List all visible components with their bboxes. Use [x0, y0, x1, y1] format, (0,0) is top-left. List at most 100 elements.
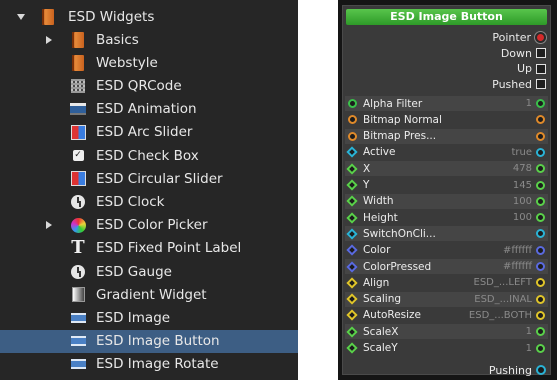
input-pin-icon[interactable]	[348, 115, 357, 125]
property-colorpressed[interactable]: ColorPressed #ffffff	[345, 259, 548, 274]
property-scalex[interactable]: ScaleX 1	[345, 324, 548, 340]
property-align[interactable]: Align ESD_...LEFT	[345, 275, 548, 290]
input-pin-icon[interactable]	[348, 99, 357, 108]
property-name: Bitmap Pres...	[363, 130, 437, 143]
property-value[interactable]: #ffffff	[503, 261, 532, 272]
input-pin-icon[interactable]	[346, 244, 358, 256]
property-value[interactable]: ESD_...INAL	[474, 294, 532, 305]
output-pin-icon[interactable]	[536, 147, 545, 157]
property-value[interactable]: 145	[513, 180, 532, 191]
input-pin-icon[interactable]	[346, 293, 358, 305]
collapse-arrow-icon[interactable]	[17, 13, 25, 20]
tree-item-label: ESD Image Button	[96, 333, 220, 350]
tree-item-esd-check-box[interactable]: ✓ ESD Check Box	[0, 144, 298, 167]
property-switchoncli-[interactable]: SwitchOnCli...	[345, 226, 548, 242]
input-pin-icon[interactable]	[346, 179, 358, 191]
property-value[interactable]: true	[511, 147, 532, 158]
input-pin-icon[interactable]	[346, 309, 358, 322]
tree-item-esd-circular-slider[interactable]: ESD Circular Slider	[0, 167, 298, 190]
input-pin-icon[interactable]	[348, 131, 357, 141]
expand-arrow-icon[interactable]	[46, 221, 52, 230]
output-pin-icon[interactable]	[536, 115, 545, 125]
tree-item-esd-image[interactable]: ESD Image	[0, 306, 298, 329]
property-value[interactable]: 100	[513, 196, 532, 207]
output-pin-box[interactable]	[536, 79, 546, 89]
output-pin-icon[interactable]	[536, 310, 545, 320]
expand-arrow-icon[interactable]	[46, 35, 52, 44]
output-pin-icon[interactable]	[536, 262, 545, 271]
node-title[interactable]: ESD Image Button	[346, 9, 547, 25]
property-name: ScaleY	[363, 342, 398, 354]
output-pin-icon[interactable]	[536, 213, 545, 223]
tree-item-esd-arc-slider[interactable]: ESD Arc Slider	[0, 121, 298, 144]
animation-icon	[70, 101, 86, 117]
output-pushing: Pushing	[489, 363, 546, 378]
image-button-node[interactable]: ESD Image Button Pointer Down Up Pushed Alph…	[342, 5, 551, 378]
property-value[interactable]: 1	[526, 98, 532, 109]
property-value[interactable]: ESD_...LEFT	[474, 277, 532, 288]
tree-item-esd-widgets[interactable]: ESD Widgets	[0, 5, 298, 28]
input-pin-icon[interactable]	[346, 228, 358, 240]
property-scaling[interactable]: Scaling ESD_...INAL	[345, 291, 548, 307]
pushing-pin-icon[interactable]	[536, 365, 546, 376]
output-pin-icon[interactable]	[536, 99, 545, 108]
property-active[interactable]: Active true	[345, 145, 548, 160]
property-value[interactable]: #ffffff	[503, 245, 532, 256]
pointer-pin-icon[interactable]	[535, 32, 546, 43]
tree-item-esd-image-rotate[interactable]: ESD Image Rotate	[0, 353, 298, 376]
tree-item-webstyle[interactable]: Webstyle	[0, 51, 298, 74]
property-color[interactable]: Color #ffffff	[345, 243, 548, 258]
tree-item-esd-gauge[interactable]: ESD Gauge	[0, 260, 298, 283]
output-pin-box[interactable]	[536, 63, 546, 74]
input-pin-icon[interactable]	[346, 342, 358, 354]
output-pin-icon[interactable]	[536, 131, 545, 141]
output-pin-icon[interactable]	[536, 229, 545, 239]
output-pin-icon[interactable]	[536, 294, 545, 304]
property-width[interactable]: Width 100	[345, 193, 548, 209]
output-pin-box[interactable]	[536, 48, 546, 58]
tree-item-gradient-widget[interactable]: Gradient Widget	[0, 283, 298, 306]
input-pin-icon[interactable]	[346, 163, 358, 175]
image-icon	[70, 310, 86, 326]
tree-item-esd-image-button[interactable]: ESD Image Button	[0, 329, 298, 353]
tree-item-esd-clock[interactable]: ESD Clock	[0, 190, 298, 213]
property-value[interactable]: 1	[526, 343, 532, 354]
tree-item-esd-qrcode[interactable]: ESD QRCode	[0, 74, 298, 97]
book-icon	[40, 8, 56, 25]
tree-item-esd-color-picker[interactable]: ESD Color Picker	[0, 214, 298, 237]
property-bitmap-normal[interactable]: Bitmap Normal	[345, 112, 548, 127]
tree-item-basics[interactable]: Basics	[0, 28, 298, 51]
output-pin-icon[interactable]	[536, 343, 545, 353]
tree-item-esd-animation[interactable]: ESD Animation	[0, 98, 298, 121]
property-value[interactable]: 100	[513, 212, 532, 223]
property-name: Scaling	[363, 293, 402, 306]
output-pin-icon[interactable]	[536, 278, 545, 288]
input-pin-icon[interactable]	[346, 277, 358, 289]
property-value[interactable]: 478	[513, 163, 532, 174]
property-value[interactable]: ESD_...BOTH	[469, 310, 532, 321]
property-scaley[interactable]: ScaleY 1	[345, 341, 548, 356]
property-y[interactable]: Y 145	[345, 178, 548, 193]
tree-item-esd-fixed-point-label[interactable]: T ESD Fixed Point Label	[0, 237, 298, 260]
input-pin-icon[interactable]	[346, 260, 358, 273]
property-height[interactable]: Height 100	[345, 210, 548, 225]
circular-slider-icon	[70, 171, 86, 187]
property-bitmap-pres-[interactable]: Bitmap Pres...	[345, 128, 548, 144]
input-pin-icon[interactable]	[346, 211, 358, 224]
output-pin-icon[interactable]	[536, 180, 545, 190]
output-pin-icon[interactable]	[536, 196, 545, 206]
input-pin-icon[interactable]	[346, 146, 358, 159]
property-autoresize[interactable]: AutoResize ESD_...BOTH	[345, 308, 548, 323]
book-icon	[70, 31, 86, 48]
output-pin-icon[interactable]	[536, 164, 545, 174]
output-pin-icon[interactable]	[536, 245, 545, 255]
output-pin-icon[interactable]	[536, 327, 545, 337]
property-value[interactable]: 1	[526, 326, 532, 337]
input-pin-icon[interactable]	[346, 326, 358, 338]
input-pin-icon[interactable]	[346, 195, 358, 207]
tree-item-label: ESD Image	[96, 309, 171, 326]
property-name: Width	[363, 195, 394, 208]
property-alpha-filter[interactable]: Alpha Filter 1	[345, 96, 548, 111]
clock-icon	[70, 194, 86, 210]
property-x[interactable]: X 478	[345, 161, 548, 177]
